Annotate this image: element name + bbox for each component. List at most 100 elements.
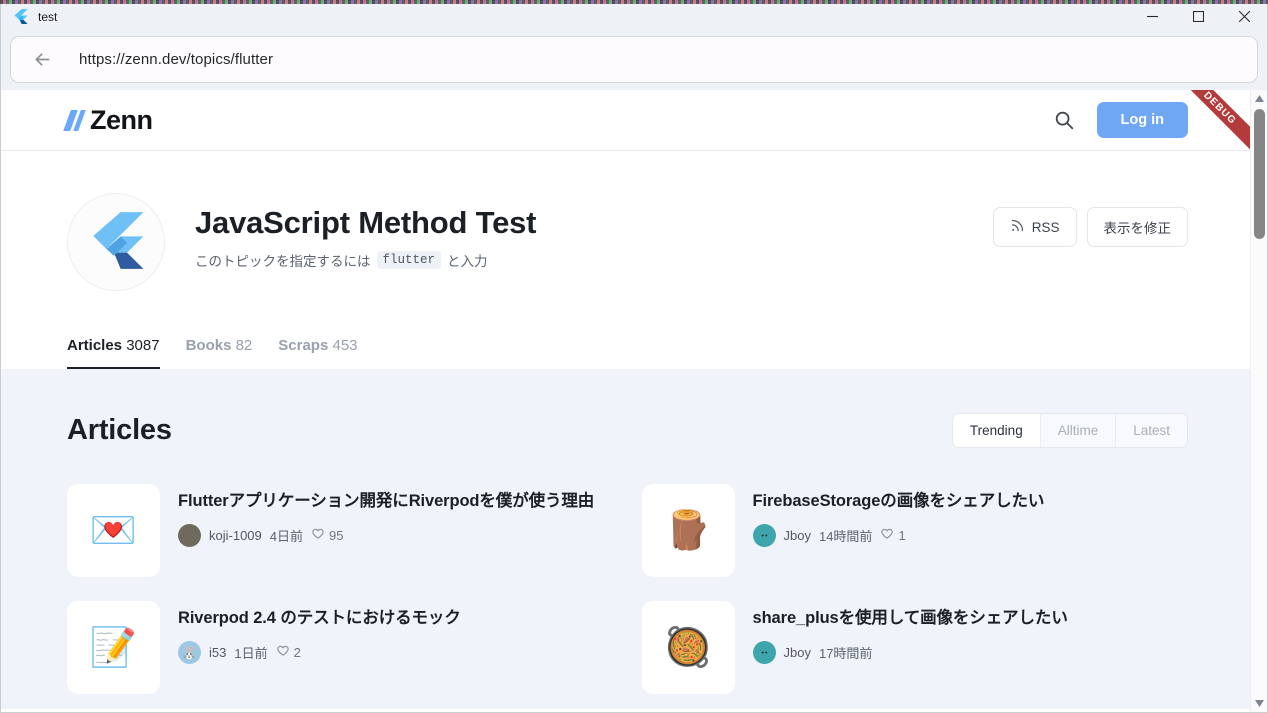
article-like-count: 95 (329, 528, 344, 544)
maximize-button[interactable] (1175, 1, 1221, 32)
tab-articles[interactable]: Articles 3087 (67, 329, 160, 369)
article-body: FirebaseStorageの画像をシェアしたい Jboy 14時間前 1 (752, 484, 1045, 548)
article-time: 1日前 (234, 646, 268, 662)
search-icon[interactable] (1053, 109, 1075, 131)
avatar (178, 524, 201, 548)
browser-window: test https://zenn.dev/topics/flutter DEB… (0, 0, 1268, 713)
page-title: JavaScript Method Test (195, 205, 537, 240)
edit-display-button[interactable]: 表示を修正 (1086, 207, 1188, 247)
tab-scraps-label: Scraps (278, 337, 329, 354)
articles-section-header: Articles Trending Alltime Latest (67, 413, 1188, 448)
article-meta: Jboy 14時間前 1 (752, 524, 1045, 548)
article-title[interactable]: Riverpod 2.4 のテストにおけるモック (178, 606, 461, 631)
paella-emoji-icon: 🥘 (641, 601, 735, 694)
article-title[interactable]: Flutterアプリケーション開発にRiverpodを僕が使う理由 (178, 489, 594, 514)
scrollbar-thumb[interactable] (1254, 109, 1265, 239)
article-author[interactable]: Jboy (784, 528, 811, 543)
article-author[interactable]: koji-1009 (209, 528, 262, 543)
flutter-logo-icon (85, 209, 147, 276)
articles-heading: Articles (67, 414, 172, 446)
heart-icon (880, 527, 894, 544)
window-titlebar: test (1, 1, 1267, 32)
article-like-count: 2 (293, 645, 301, 661)
site-header-actions: Log in (1053, 102, 1188, 138)
rss-button-label: RSS (1031, 219, 1060, 235)
article-author[interactable]: Jboy (784, 645, 811, 660)
article-meta: 🐰 i53 1日前 2 (178, 641, 461, 665)
close-button[interactable] (1221, 1, 1267, 32)
article-card[interactable]: 📝 Riverpod 2.4 のテストにおけるモック 🐰 i53 1日前 2 (67, 601, 614, 694)
article-card[interactable]: 💌 Flutterアプリケーション開発にRiverpodを僕が使う理由 koji… (67, 484, 614, 577)
scroll-down-arrow-icon[interactable] (1251, 695, 1267, 712)
avatar (752, 524, 776, 548)
tab-articles-count: 3087 (126, 337, 160, 354)
article-time: 17時間前 (818, 646, 873, 662)
topic-code-chip: flutter (376, 251, 442, 269)
article-likes: 95 (311, 527, 343, 544)
topic-header: JavaScript Method Test このトピックを指定するには flu… (1, 151, 1250, 369)
flutter-icon (12, 8, 29, 25)
article-time: 4日前 (269, 529, 303, 545)
sort-option-alltime[interactable]: Alltime (1040, 414, 1117, 447)
topic-actions: RSS 表示を修正 (992, 193, 1188, 247)
articles-grid: 💌 Flutterアプリケーション開発にRiverpodを僕が使う理由 koji… (67, 484, 1188, 694)
avatar: 🐰 (178, 641, 201, 665)
sort-segmented-control: Trending Alltime Latest (951, 413, 1188, 448)
zenn-logo-slashes-icon (63, 109, 86, 131)
page-scrollbar[interactable] (1250, 90, 1267, 712)
article-title[interactable]: FirebaseStorageの画像をシェアしたい (753, 489, 1045, 514)
screen-noise-artifact (0, 0, 1268, 4)
login-button[interactable]: Log in (1096, 102, 1188, 138)
titlebar-left: test (1, 8, 57, 25)
zenn-logo[interactable]: Zenn (63, 104, 153, 136)
article-time: 14時間前 (818, 529, 873, 545)
article-meta: koji-1009 4日前 95 (178, 524, 594, 548)
sort-option-trending[interactable]: Trending (952, 414, 1041, 447)
articles-section: Articles Trending Alltime Latest 💌 Flutt… (1, 369, 1250, 709)
article-card[interactable]: 🥘 share_plusを使用して画像をシェアしたい Jboy 17時間前 (641, 601, 1189, 694)
zenn-logo-text: Zenn (90, 104, 153, 135)
tab-books-count: 82 (235, 337, 253, 354)
window-title: test (38, 9, 58, 24)
memo-emoji-icon: 📝 (67, 601, 160, 694)
url-text: https://zenn.dev/topics/flutter (79, 51, 274, 68)
topic-subtitle: このトピックを指定するには flutter と入力 (195, 250, 536, 270)
tab-articles-label: Articles (67, 337, 123, 354)
browser-toolbar: https://zenn.dev/topics/flutter (1, 32, 1267, 90)
tab-books-label: Books (185, 337, 232, 354)
rss-button[interactable]: RSS (992, 207, 1077, 247)
tab-scraps-count: 453 (332, 337, 358, 354)
article-likes: 2 (276, 644, 301, 661)
zenn-page: DEBUG Zenn Log in JavaScript Method Test… (1, 90, 1250, 712)
article-card[interactable]: 🪵 FirebaseStorageの画像をシェアしたい Jboy 14時間前 1 (641, 484, 1189, 577)
topic-subtitle-prefix: このトピックを指定するには (195, 254, 371, 269)
avatar (752, 641, 776, 665)
tab-scraps[interactable]: Scraps 453 (278, 329, 357, 369)
topic-subtitle-suffix: と入力 (447, 254, 488, 269)
site-header: Zenn Log in (1, 90, 1250, 151)
wood-log-emoji-icon: 🪵 (641, 484, 735, 577)
topic-avatar (67, 193, 165, 291)
tab-books[interactable]: Books 82 (186, 329, 253, 369)
back-arrow-icon[interactable] (25, 43, 59, 77)
article-author[interactable]: i53 (209, 645, 226, 660)
topic-tabs: Articles 3087 Books 82 Scraps 453 (67, 329, 1188, 369)
article-body: Riverpod 2.4 のテストにおけるモック 🐰 i53 1日前 2 (178, 601, 461, 665)
rss-icon (1010, 218, 1025, 236)
topic-header-row: JavaScript Method Test このトピックを指定するには flu… (67, 193, 1188, 291)
scroll-up-arrow-icon[interactable] (1251, 90, 1267, 107)
edit-display-label: 表示を修正 (1103, 221, 1172, 236)
article-body: share_plusを使用して画像をシェアしたい Jboy 17時間前 (752, 601, 1068, 665)
webview: DEBUG Zenn Log in JavaScript Method Test… (1, 90, 1267, 712)
love-letter-emoji-icon: 💌 (67, 484, 160, 577)
article-meta: Jboy 17時間前 (752, 641, 1068, 665)
url-bar[interactable]: https://zenn.dev/topics/flutter (10, 36, 1258, 83)
window-controls (1129, 1, 1267, 32)
topic-meta: JavaScript Method Test このトピックを指定するには flu… (195, 193, 536, 270)
article-like-count: 1 (898, 528, 906, 544)
minimize-button[interactable] (1129, 1, 1175, 32)
heart-icon (276, 644, 290, 661)
article-body: Flutterアプリケーション開発にRiverpodを僕が使う理由 koji-1… (178, 484, 594, 548)
sort-option-latest[interactable]: Latest (1116, 414, 1187, 447)
article-title[interactable]: share_plusを使用して画像をシェアしたい (753, 606, 1068, 631)
